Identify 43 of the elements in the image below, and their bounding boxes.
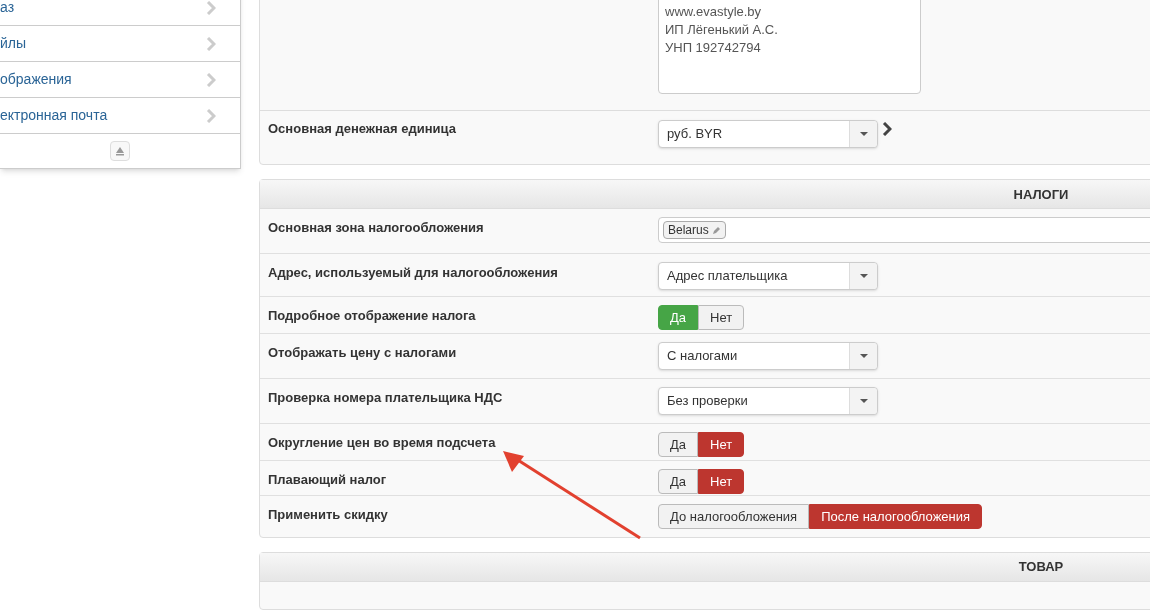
setting-label: Адрес, используемый для налогообложения [268, 264, 559, 283]
select-field[interactable]: Адрес плательщика [658, 262, 878, 291]
tag-chip[interactable]: Belarus [663, 221, 726, 240]
toggle-option[interactable]: Да [658, 469, 699, 495]
toggle-option[interactable]: Нет [698, 305, 745, 331]
chevron-right-icon [206, 108, 216, 123]
collapse-button[interactable] [110, 141, 130, 161]
sidebar-item[interactable]: ображения [0, 62, 240, 98]
section-title: ТОВАР [1018, 558, 1064, 577]
section-title: НАЛОГИ [1013, 185, 1069, 204]
caret-down-icon [859, 354, 868, 359]
pencil-icon [711, 225, 721, 235]
select-field[interactable]: С налогами [658, 342, 878, 371]
setting-label: Плавающий налог [268, 471, 388, 490]
caret-down-icon [859, 399, 868, 404]
toggle-option[interactable]: Нет [698, 469, 745, 495]
sidebar-item[interactable]: йлы [0, 26, 240, 62]
toggle-option[interactable]: Да [658, 432, 699, 458]
triangle-up-icon [115, 146, 125, 156]
tag-input-field[interactable]: Belarus [658, 217, 1150, 244]
address-textarea[interactable]: www.evastyle.by ИП Лёгенький А.С. УНП 192742794 [658, 0, 921, 94]
address-line: www.evastyle.by [665, 3, 763, 21]
setting-label: Проверка номера плательщика НДС [268, 389, 504, 408]
setting-label: Применить скидку [268, 506, 389, 525]
setting-label: Подробное отображение налога [268, 307, 477, 326]
caret-down-icon [859, 274, 868, 279]
toggle-option[interactable]: После налогообложения [809, 504, 983, 530]
address-line: ИП Лёгенький А.С. [665, 21, 779, 39]
address-line: УНП 192742794 [665, 39, 762, 57]
toggle-option[interactable]: Нет [698, 432, 745, 458]
setting-label: Основная денежная единица [268, 120, 457, 138]
setting-label: Основная зона налогообложения [268, 219, 485, 238]
setting-label: Округление цен во время подсчета [268, 434, 497, 453]
setting-label: Отображать цену с налогами [268, 344, 458, 363]
chevron-right-icon [206, 36, 216, 51]
chevron-right-icon [882, 122, 892, 136]
caret-down-icon [859, 132, 868, 136]
select-field[interactable]: Без проверки [658, 387, 878, 416]
sidebar-item[interactable]: аз [0, 0, 240, 26]
chevron-right-icon [206, 72, 216, 87]
select-field[interactable]: руб. BYR [658, 120, 878, 148]
sidebar-item[interactable]: ектронная почта [0, 98, 240, 134]
toggle-option[interactable]: До налогообложения [658, 504, 810, 530]
